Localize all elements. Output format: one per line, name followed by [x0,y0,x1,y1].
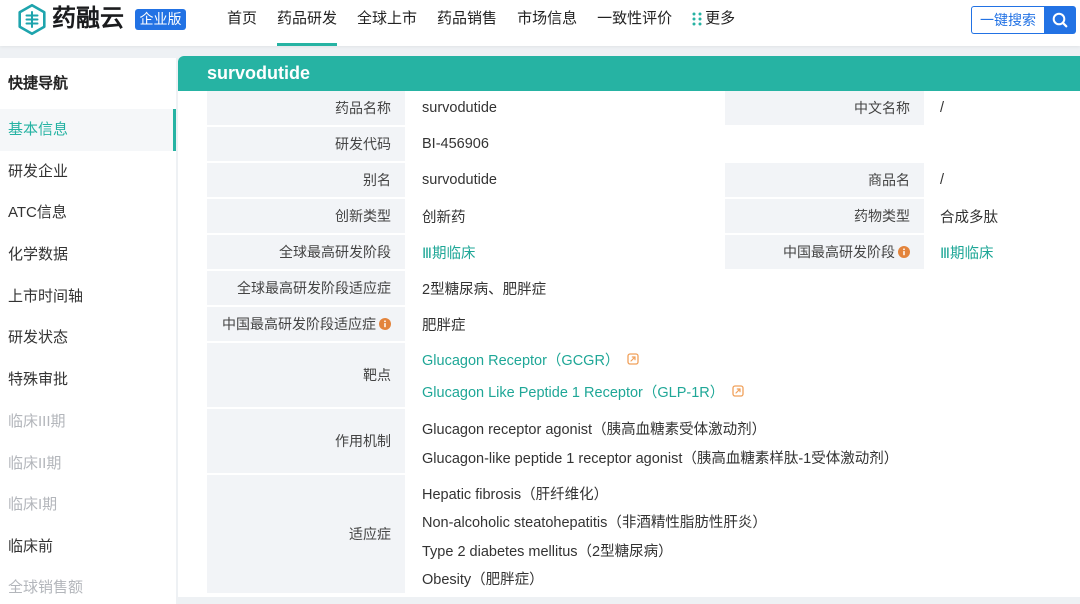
field-label-targets: 靶点 [207,343,405,407]
nav-item-global-launch[interactable]: 全球上市 [357,0,417,46]
field-value-global-highest-phase: Ⅲ期临床 [405,235,725,269]
sidebar-item-phase-1[interactable]: 临床I期 [0,484,176,526]
sidebar-item-phase-2[interactable]: 临床II期 [0,443,176,485]
indication-item: Type 2 diabetes mellitus（2型糖尿病） [422,543,673,560]
sidebar-item-launch-timeline[interactable]: 上市时间轴 [0,276,176,318]
field-value-dev-code: BI-456906 [422,136,489,152]
field-label-alias: 别名 [207,163,405,197]
table-row: 靶点 Glucagon Receptor（GCGR） Glucagon Like… [207,343,1080,409]
field-label-drug-name: 药品名称 [207,91,405,125]
sidebar-item-rd-status[interactable]: 研发状态 [0,317,176,359]
basic-info-panel: survodutide 药品名称 survodutide 中文名称 / 研发代码… [178,56,1080,597]
quick-nav-sidebar: 快捷导航 基本信息 研发企业 ATC信息 化学数据 上市时间轴 研发状态 特殊审… [0,58,176,604]
field-label-chinese-name: 中文名称 [725,91,924,125]
target-item: Glucagon Receptor（GCGR） [422,343,640,375]
sidebar-item-global-sales[interactable]: 全球销售额 [0,568,176,604]
field-label-drug-type: 药物类型 [725,199,924,233]
target-link-glp1r[interactable]: Glucagon Like Peptide 1 Receptor（GLP-1R） [422,381,724,402]
nav-item-more[interactable]: 更多 [692,0,735,38]
field-label-china-highest-phase: 中国最高研发阶段 [725,235,924,269]
sidebar-item-rd-companies[interactable]: 研发企业 [0,151,176,193]
table-row: 适应症 Hepatic fibrosis（肝纤维化） Non-alcoholic… [207,475,1080,595]
field-value-drug-name: survodutide [422,100,497,116]
field-value-china-highest-phase: Ⅲ期临床 [924,235,1080,269]
sidebar-item-basic-info[interactable]: 基本信息 [0,109,176,151]
target-link-gcgr[interactable]: Glucagon Receptor（GCGR） [422,349,619,370]
table-row: 研发代码 BI-456906 [207,127,1080,163]
table-row: 创新类型 创新药 药物类型 合成多肽 [207,199,1080,235]
nav-item-consistency-evaluation[interactable]: 一致性评价 [597,0,672,46]
brand-logo[interactable]: 药融云 企业版 [0,0,200,46]
main-nav: 首页 药品研发 全球上市 药品销售 市场信息 一致性评价 更多 [227,0,735,46]
edition-badge: 企业版 [135,9,186,30]
china-phase-indications-label: 中国最高研发阶段适应症 [222,316,376,332]
nav-item-market-info[interactable]: 市场信息 [517,0,577,46]
field-value-innovation-type: 创新药 [422,209,466,226]
table-row: 全球最高研发阶段适应症 2型糖尿病、肥胖症 [207,271,1080,307]
field-label-indications: 适应症 [207,475,405,593]
nav-item-more-label: 更多 [705,10,736,27]
logo-text: 药融云 [52,5,124,32]
search-button[interactable] [1044,6,1076,34]
field-value-mechanism: Glucagon receptor agonist（胰高血糖素受体激动剂） Gl… [405,409,1080,473]
indication-item: Hepatic fibrosis（肝纤维化） [422,486,609,503]
table-row: 别名 survodutide 商品名 / [207,163,1080,199]
china-highest-phase-label: 中国最高研发阶段 [783,244,895,260]
nav-item-drug-sales[interactable]: 药品销售 [437,0,497,46]
search-icon [1052,12,1068,28]
field-value-indications: Hepatic fibrosis（肝纤维化） Non-alcoholic ste… [405,475,1080,593]
sidebar-item-preclinical[interactable]: 临床前 [0,526,176,568]
external-link-icon[interactable] [627,353,640,365]
target-item: Glucagon Like Peptide 1 Receptor（GLP-1R） [422,375,744,407]
field-label-trade-name: 商品名 [725,163,924,197]
table-row: 全球最高研发阶段 Ⅲ期临床 中国最高研发阶段 Ⅲ期临床 [207,235,1080,271]
drug-title: survodutide [178,56,1080,91]
quick-search-button[interactable]: 一键搜索 [971,6,1044,34]
indication-item: Obesity（肥胖症） [422,572,544,589]
info-icon[interactable] [898,246,910,258]
sidebar-item-chemical-data[interactable]: 化学数据 [0,234,176,276]
sidebar-item-phase-3[interactable]: 临床III期 [0,401,176,443]
table-row: 药品名称 survodutide 中文名称 / [207,91,1080,127]
sidebar-title: 快捷导航 [8,75,69,92]
field-value-drug-type: 合成多肽 [940,209,998,226]
field-value-china-phase-indications: 肥胖症 [422,317,466,334]
field-value-targets: Glucagon Receptor（GCGR） Glucagon Like Pe… [405,343,1080,407]
field-label-mechanism: 作用机制 [207,409,405,473]
field-value-alias: survodutide [422,172,497,188]
mechanism-item: Glucagon receptor agonist（胰高血糖素受体激动剂） [422,422,767,438]
grid-dots-icon [692,12,702,26]
mechanism-item: Glucagon-like peptide 1 receptor agonist… [422,451,899,467]
field-value-chinese-name: / [940,100,945,116]
basic-info-table: 药品名称 survodutide 中文名称 / 研发代码 BI-456906 别… [207,91,1080,595]
table-row: 作用机制 Glucagon receptor agonist（胰高血糖素受体激动… [207,409,1080,475]
field-value-global-phase-indications: 2型糖尿病、肥胖症 [422,281,547,298]
field-label-china-phase-indications: 中国最高研发阶段适应症 [207,307,405,341]
nav-item-drug-rd[interactable]: 药品研发 [277,0,338,46]
field-label-global-phase-indications: 全球最高研发阶段适应症 [207,271,405,305]
sidebar-item-atc-info[interactable]: ATC信息 [0,192,176,234]
top-header: 药融云 企业版 首页 药品研发 全球上市 药品销售 市场信息 一致性评价 更多 … [0,0,1080,46]
table-row: 中国最高研发阶段适应症 肥胖症 [207,307,1080,343]
field-label-innovation-type: 创新类型 [207,199,405,233]
logo-icon [17,3,47,36]
indication-item: Non-alcoholic steatohepatitis（非酒精性脂肪性肝炎） [422,515,767,532]
china-highest-phase-link[interactable]: Ⅲ期临床 [940,242,994,263]
nav-item-home[interactable]: 首页 [227,0,257,46]
field-value-trade-name: / [940,172,945,188]
global-highest-phase-link[interactable]: Ⅲ期临床 [422,242,476,263]
field-label-global-highest-phase: 全球最高研发阶段 [207,235,405,269]
sidebar-item-special-approval[interactable]: 特殊审批 [0,359,176,401]
external-link-icon[interactable] [732,385,744,397]
field-label-dev-code: 研发代码 [207,127,405,161]
info-icon[interactable] [379,318,391,330]
